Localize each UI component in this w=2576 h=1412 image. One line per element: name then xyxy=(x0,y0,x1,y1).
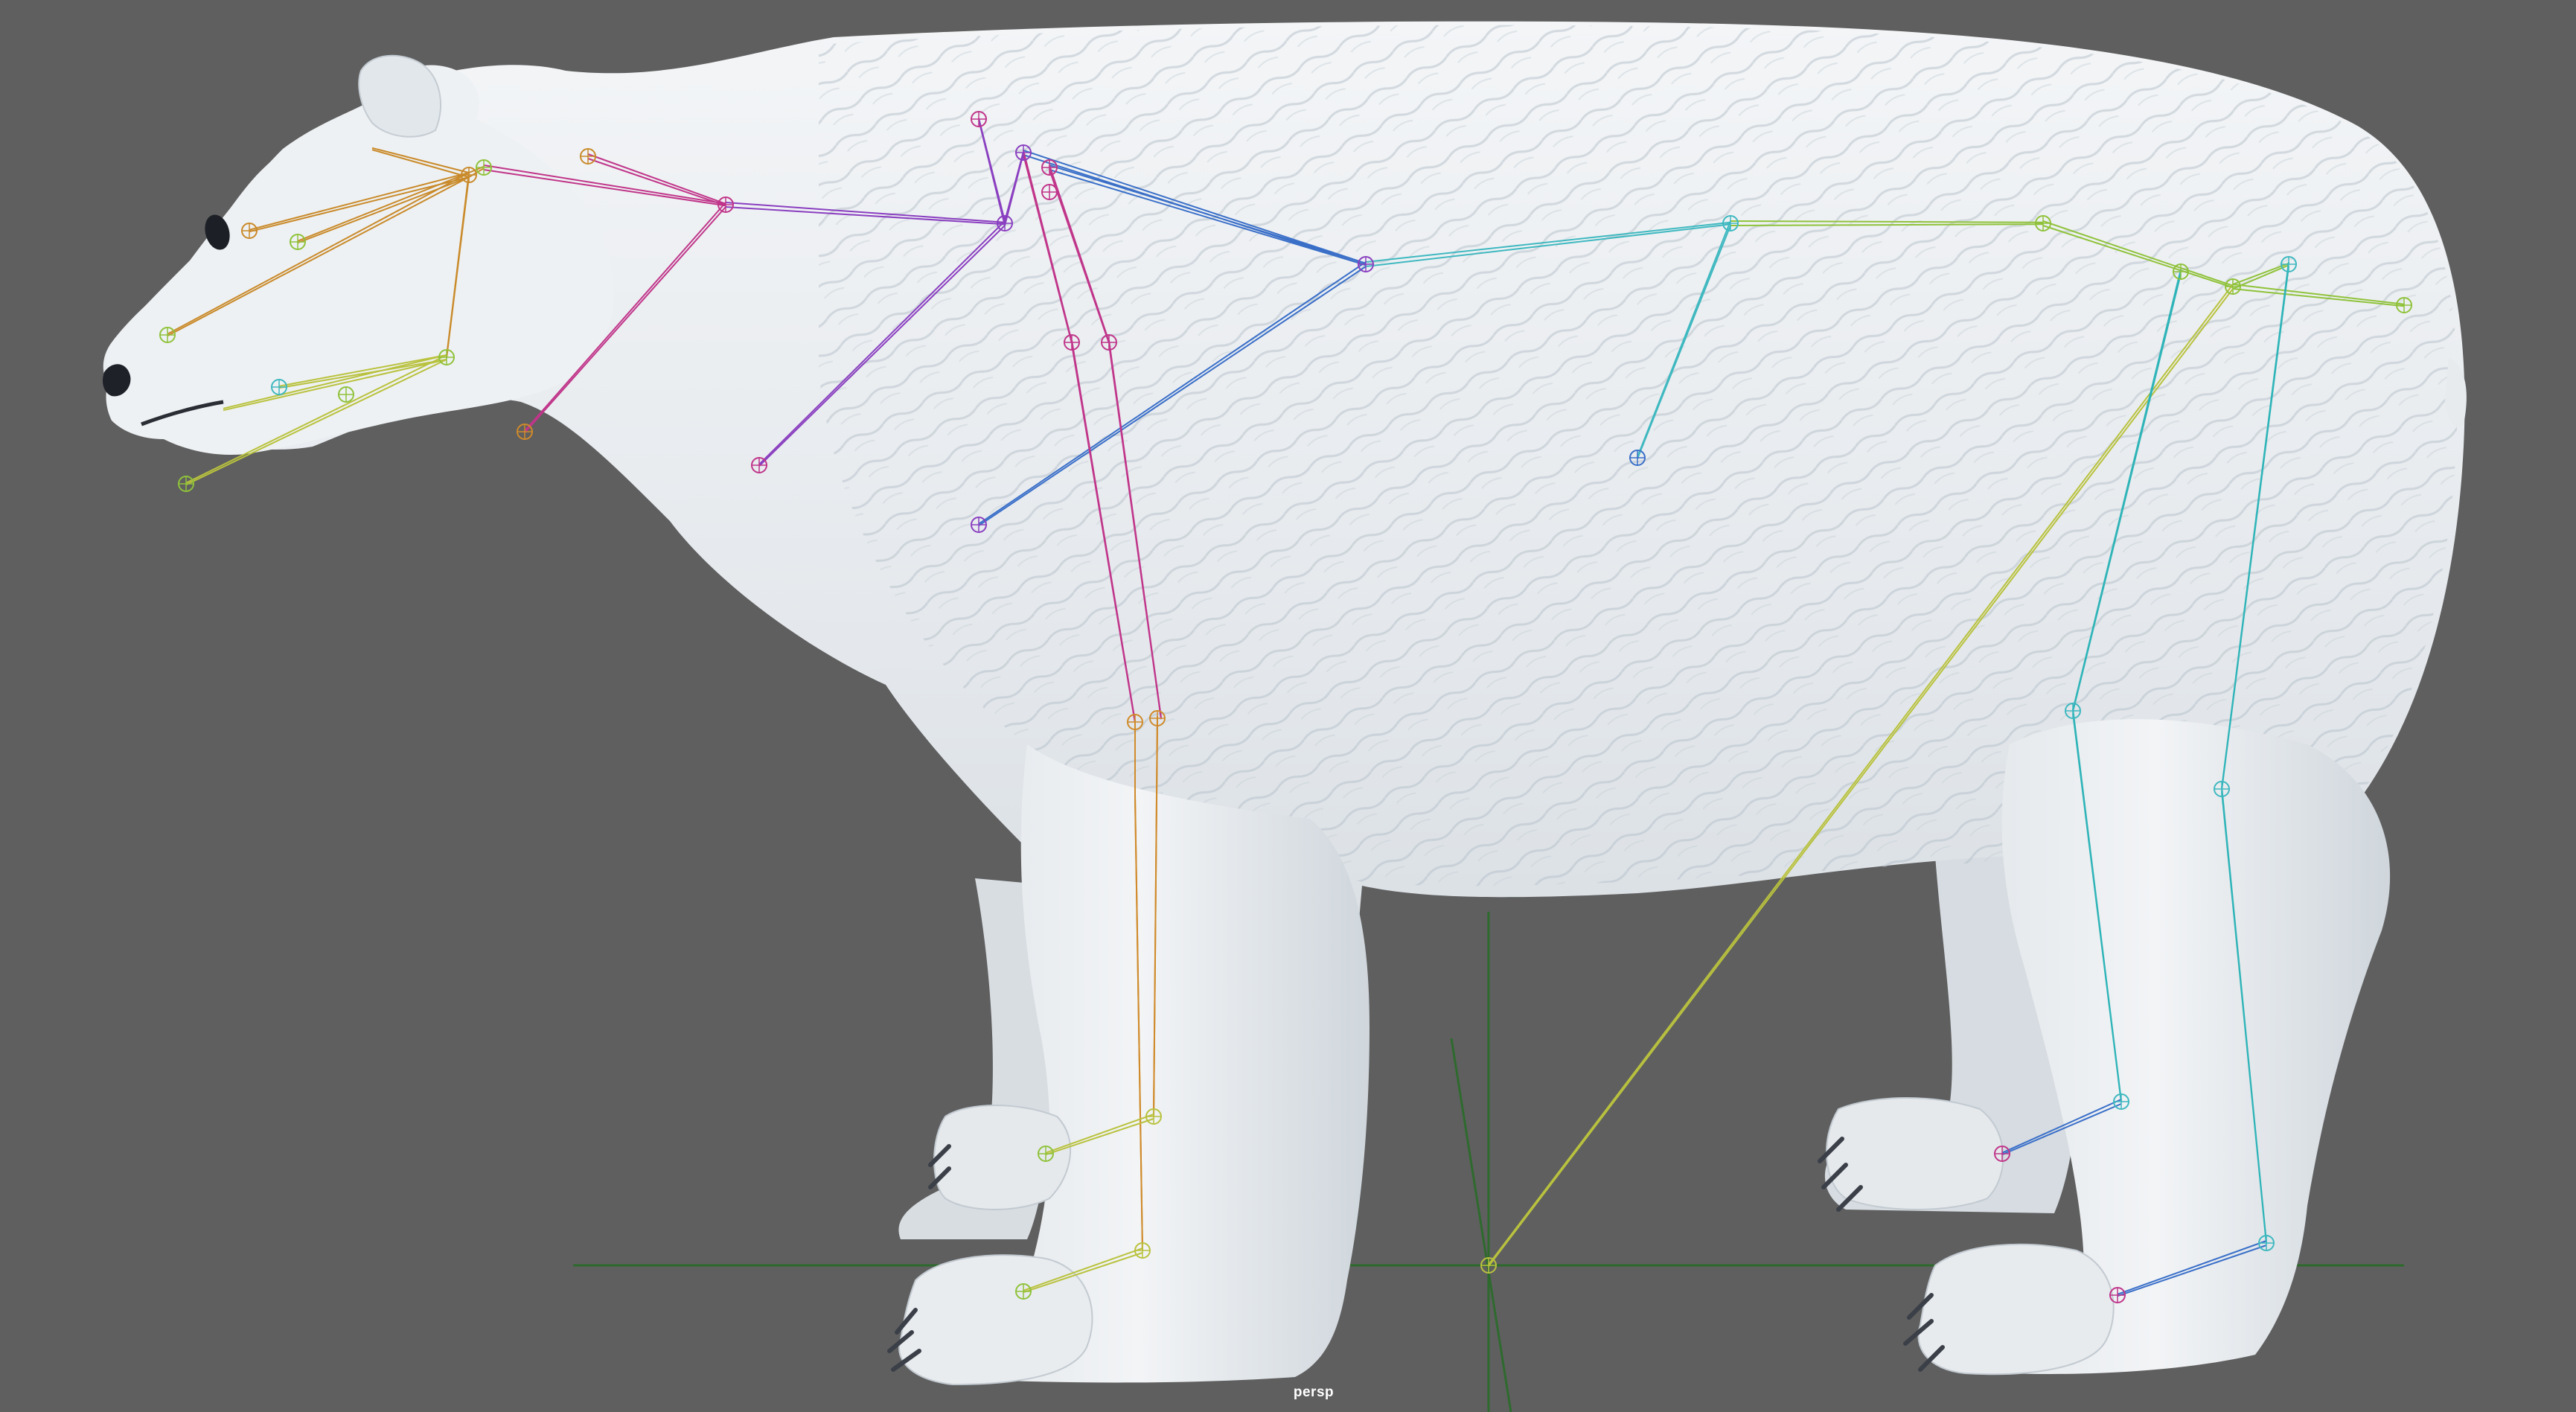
rig-joint[interactable] xyxy=(1101,334,1117,351)
rig-joint[interactable] xyxy=(271,379,287,395)
far-front-paw xyxy=(933,1105,1072,1210)
rig-joint[interactable] xyxy=(338,386,354,403)
rig-joint[interactable] xyxy=(2173,263,2189,280)
scene-canvas[interactable] xyxy=(0,0,2576,1412)
near-front-paw xyxy=(898,1254,1093,1386)
rig-joint[interactable] xyxy=(1064,334,1080,351)
rig-joint[interactable] xyxy=(2109,1287,2126,1303)
rig-joint[interactable] xyxy=(476,159,492,176)
rig-joint[interactable] xyxy=(1358,256,1374,272)
rig-joint[interactable] xyxy=(1127,714,1143,730)
rig-joint[interactable] xyxy=(1722,215,1739,231)
rig-joint[interactable] xyxy=(178,476,194,492)
rig-joint[interactable] xyxy=(2214,781,2230,797)
rig-joint[interactable] xyxy=(438,349,455,365)
rig-joint[interactable] xyxy=(971,517,987,533)
viewport-3d[interactable]: persp xyxy=(0,0,2576,1412)
rig-joint[interactable] xyxy=(1041,159,1058,176)
rig-joint[interactable] xyxy=(2225,278,2241,295)
rig-joint[interactable] xyxy=(1145,1108,1162,1125)
rig-joint[interactable] xyxy=(997,215,1013,231)
rig-joint[interactable] xyxy=(1015,1283,1032,1300)
rig-joint[interactable] xyxy=(751,457,767,473)
rig-joint[interactable] xyxy=(1480,1257,1497,1274)
rig-joint[interactable] xyxy=(2065,703,2081,719)
camera-label: persp xyxy=(1293,1384,1335,1400)
rig-joint[interactable] xyxy=(1015,144,1032,161)
rig-joint[interactable] xyxy=(1994,1146,2010,1162)
rig-joint[interactable] xyxy=(1629,450,1646,466)
rig-joint[interactable] xyxy=(290,234,306,250)
rig-joint[interactable] xyxy=(2396,297,2412,313)
grid-persp-axis xyxy=(1450,1038,1512,1412)
rig-joint[interactable] xyxy=(461,167,477,183)
rig-joint[interactable] xyxy=(971,111,987,127)
rig-joint[interactable] xyxy=(2281,256,2297,272)
rig-joint[interactable] xyxy=(2035,215,2051,231)
near-hind-paw xyxy=(1917,1243,2115,1376)
rig-joint[interactable] xyxy=(159,327,176,343)
rig-joint[interactable] xyxy=(1134,1242,1151,1259)
rig-joint[interactable] xyxy=(717,197,734,213)
rig-joint[interactable] xyxy=(2113,1093,2129,1110)
rig-joint[interactable] xyxy=(517,424,533,440)
rig-joint[interactable] xyxy=(1038,1146,1054,1162)
rig-joint[interactable] xyxy=(580,148,596,164)
rig-joint[interactable] xyxy=(1041,184,1058,200)
rig-joint[interactable] xyxy=(2258,1235,2275,1251)
polar-bear-model[interactable] xyxy=(103,21,2467,1386)
rig-joint[interactable] xyxy=(1149,710,1166,726)
rig-joint[interactable] xyxy=(241,223,258,239)
